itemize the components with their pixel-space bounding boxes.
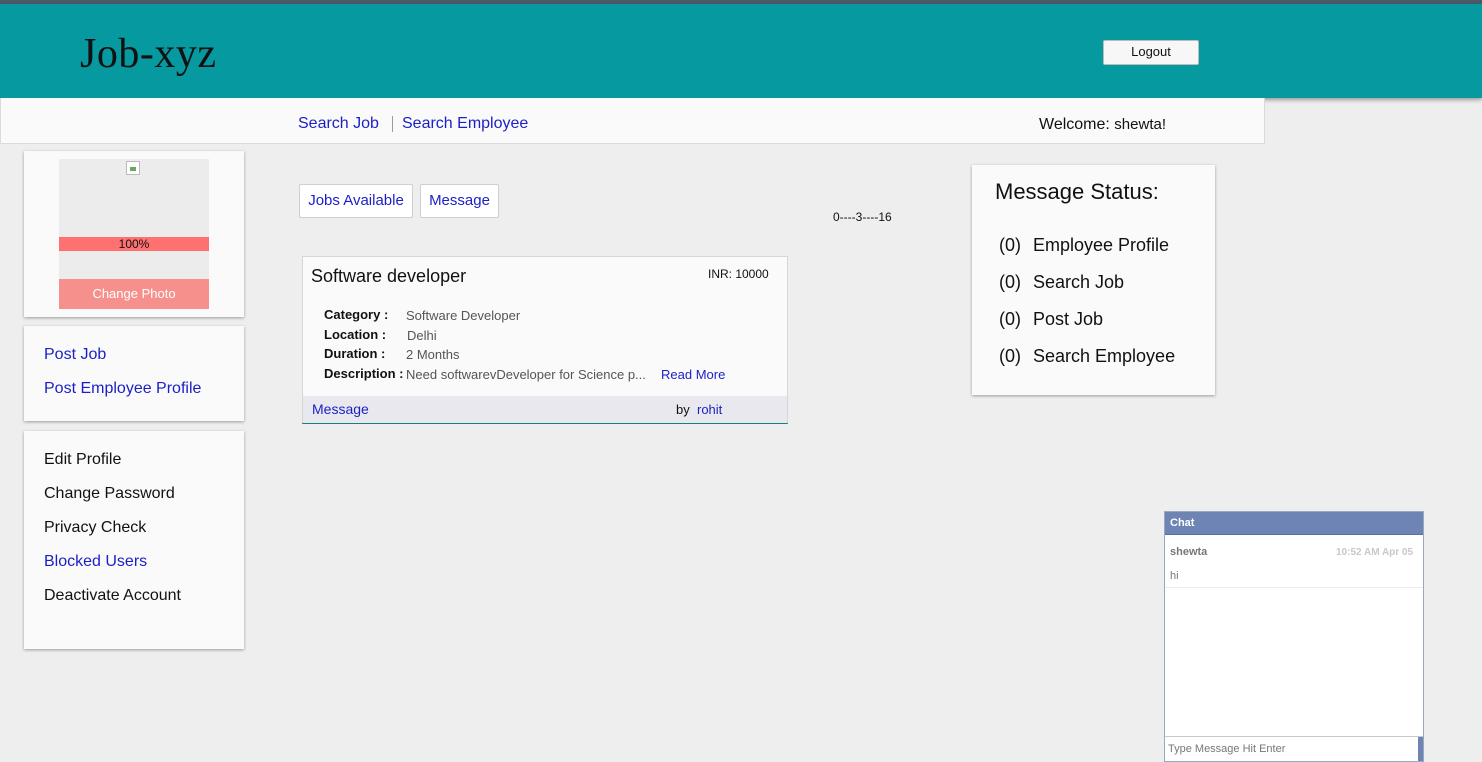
job-location-value: Delhi xyxy=(407,328,437,343)
job-description-value: Need softwarevDeveloper for Science p... xyxy=(406,367,646,382)
tab-message[interactable]: Message xyxy=(420,184,499,218)
job-duration-label: Duration : xyxy=(324,346,386,361)
nav-search-employee-link[interactable]: Search Employee xyxy=(402,115,528,133)
status-item-search-employee[interactable]: (0) Search Employee xyxy=(999,346,1175,367)
tab-jobs-available[interactable]: Jobs Available xyxy=(299,184,413,218)
chat-header[interactable]: Chat xyxy=(1165,512,1423,535)
chat-input-area xyxy=(1165,736,1423,761)
welcome-label: Welcome: xyxy=(1039,116,1110,133)
profile-photo-card: 100% Change Photo xyxy=(24,151,244,317)
job-category-value: Software Developer xyxy=(406,308,521,323)
edit-profile-link[interactable]: Edit Profile xyxy=(44,451,121,469)
job-salary: INR: 10000 xyxy=(708,267,769,281)
deactivate-account-link[interactable]: Deactivate Account xyxy=(44,587,181,605)
job-title[interactable]: Software developer xyxy=(311,266,466,287)
chat-box: Chat shewta 10:52 AM Apr 05 hi xyxy=(1164,511,1424,762)
status-count: (0) xyxy=(999,346,1021,366)
profile-photo: 100% Change Photo xyxy=(59,159,209,309)
job-duration-row: Duration : 2 Months xyxy=(324,346,459,362)
privacy-check-link[interactable]: Privacy Check xyxy=(44,519,146,537)
nav-bar: Search Job Search Employee Welcome: shew… xyxy=(0,98,1265,144)
logout-button[interactable]: Logout xyxy=(1103,40,1199,65)
job-duration-value: 2 Months xyxy=(406,347,460,362)
chat-message-text: hi xyxy=(1170,570,1179,582)
profile-completion-bar: 100% xyxy=(59,237,209,251)
job-card: Software developer INR: 10000 Category :… xyxy=(302,256,788,424)
welcome-text: Welcome: shewta! xyxy=(1039,116,1166,134)
blocked-users-link[interactable]: Blocked Users xyxy=(44,553,147,571)
post-menu-card: Post Job Post Employee Profile xyxy=(24,326,244,421)
job-location-label: Location : xyxy=(324,327,387,342)
message-status-card: Message Status: (0) Employee Profile (0) S… xyxy=(972,165,1215,395)
site-logo[interactable]: Job-xyz xyxy=(80,30,216,78)
welcome-username: shewta! xyxy=(1114,116,1166,133)
post-job-link[interactable]: Post Job xyxy=(44,346,106,364)
status-item-search-job[interactable]: (0) Search Job xyxy=(999,272,1124,293)
pagination-info: 0----3----16 xyxy=(833,210,892,224)
chat-message-user: shewta xyxy=(1170,546,1208,558)
job-card-footer: Message by rohit xyxy=(303,396,787,423)
nav-search-job-link[interactable]: Search Job xyxy=(298,115,379,133)
broken-image-icon xyxy=(126,161,140,175)
chat-message-input[interactable] xyxy=(1165,737,1418,761)
status-label: Employee Profile xyxy=(1033,235,1170,255)
status-label: Search Job xyxy=(1033,272,1125,292)
chat-message-time: 10:52 AM Apr 05 xyxy=(1336,547,1414,558)
chat-divider xyxy=(1165,587,1423,588)
post-employee-profile-link[interactable]: Post Employee Profile xyxy=(44,380,201,398)
job-description-label: Description : xyxy=(324,366,404,381)
job-author-link[interactable]: rohit xyxy=(697,402,722,417)
status-count: (0) xyxy=(999,309,1021,329)
status-item-employee-profile[interactable]: (0) Employee Profile xyxy=(999,235,1169,256)
job-message-link[interactable]: Message xyxy=(312,401,369,417)
job-category-label: Category : xyxy=(324,307,389,322)
status-label: Search Employee xyxy=(1033,346,1176,366)
status-count: (0) xyxy=(999,235,1021,255)
job-category-row: Category : Software Developer xyxy=(324,307,520,323)
status-count: (0) xyxy=(999,272,1021,292)
read-more-link[interactable]: Read More xyxy=(661,367,725,382)
account-menu-card: Edit Profile Change Password Privacy Che… xyxy=(24,431,244,649)
job-description-row: Description : Need softwarevDeveloper fo… xyxy=(324,366,646,382)
change-password-link[interactable]: Change Password xyxy=(44,485,175,503)
chat-scrollbar[interactable] xyxy=(1418,737,1423,761)
job-location-row: Location : Delhi xyxy=(324,327,437,343)
change-photo-button[interactable]: Change Photo xyxy=(59,279,209,309)
message-status-title: Message Status: xyxy=(995,179,1159,204)
status-item-post-job[interactable]: (0) Post Job xyxy=(999,309,1103,330)
header-bar: Job-xyz Logout xyxy=(0,4,1482,98)
job-by-label: by xyxy=(676,402,690,417)
nav-divider xyxy=(392,116,393,132)
status-label: Post Job xyxy=(1033,309,1104,329)
